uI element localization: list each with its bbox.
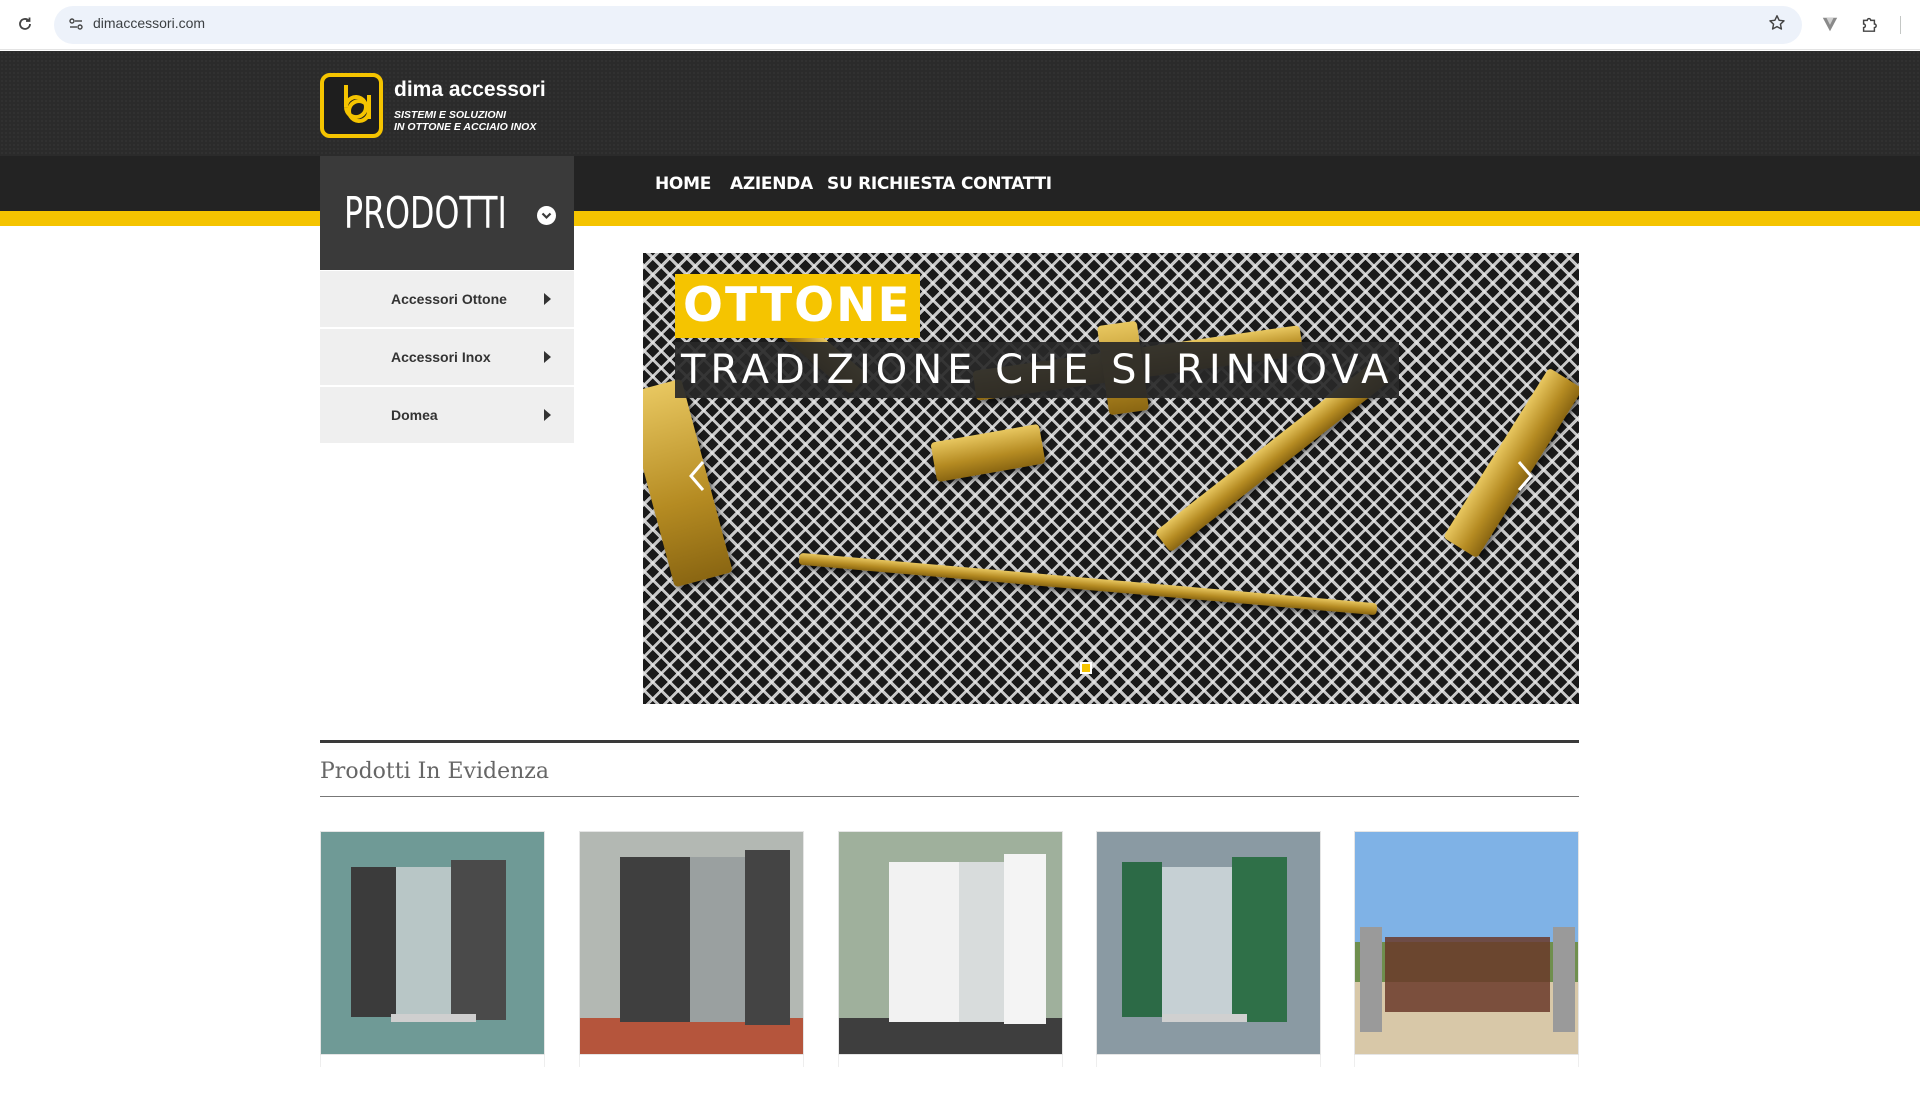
card-footer	[1354, 1055, 1579, 1067]
product-card[interactable]	[1354, 831, 1579, 1055]
product-card[interactable]	[1096, 831, 1321, 1055]
toolbar-divider	[1900, 16, 1901, 34]
site-info-icon[interactable]	[66, 14, 86, 34]
caret-right-icon	[544, 293, 551, 305]
logo-icon[interactable]	[320, 73, 383, 138]
bookmark-star-icon[interactable]	[1766, 12, 1788, 34]
card-footer	[579, 1055, 804, 1067]
section-divider	[320, 740, 1579, 743]
slider-pager-dot[interactable]	[1080, 662, 1092, 674]
slide-subheadline: TRADIZIONE CHE SI RINNOVA	[681, 347, 1394, 393]
reload-icon[interactable]	[14, 13, 36, 35]
sidebar-item-domea[interactable]: Domea	[320, 387, 574, 444]
chevron-left-icon[interactable]	[685, 456, 709, 496]
logo-tagline-line2: IN OTTONE E ACCIAIO INOX	[394, 121, 537, 133]
chevron-right-icon[interactable]	[1513, 456, 1537, 496]
product-card[interactable]	[320, 831, 545, 1055]
section-divider	[320, 796, 1579, 797]
vpn-extension-icon[interactable]	[1819, 13, 1841, 35]
products-menu-title[interactable]: PRODOTTI	[344, 188, 507, 239]
accent-band	[0, 211, 1920, 226]
sidebar-item-accessori-inox[interactable]: Accessori Inox	[320, 329, 574, 386]
product-card[interactable]	[579, 831, 804, 1055]
slide-headline-badge: OTTONE	[675, 274, 920, 338]
shutter-green-louvered-image	[1097, 832, 1320, 1054]
caret-right-icon	[544, 409, 551, 421]
shutter-dark-wood-image	[321, 832, 544, 1054]
extensions-puzzle-icon[interactable]	[1858, 13, 1880, 35]
slide-headline: OTTONE	[683, 278, 912, 333]
card-footer	[838, 1055, 1063, 1067]
brass-bolt-shape	[798, 552, 1378, 616]
main-navbar	[0, 156, 1920, 211]
nav-su-richiesta[interactable]: SU RICHIESTA	[827, 174, 955, 194]
sidebar-item-label: Accessori Ottone	[391, 291, 507, 307]
caret-right-icon	[544, 351, 551, 363]
card-footer	[320, 1055, 545, 1067]
product-card[interactable]	[838, 831, 1063, 1055]
wooden-gate-image	[1355, 832, 1578, 1054]
brass-right-hinge-shape	[1443, 367, 1579, 559]
sidebar-item-label: Accessori Inox	[391, 349, 491, 365]
site-header	[0, 51, 1920, 156]
nav-contatti[interactable]: CONTATTI	[961, 174, 1052, 194]
address-bar[interactable]	[54, 6, 1802, 44]
brass-strap-shape	[930, 423, 1046, 483]
url-text[interactable]: dimaccessori.com	[93, 15, 205, 31]
logo-brand-name[interactable]: dima accessori	[394, 78, 546, 102]
shutter-white-louvered-image	[839, 832, 1062, 1054]
logo-tagline-line1: SISTEMI E SOLUZIONI	[394, 109, 507, 121]
logo-tagline: SISTEMI E SOLUZIONI IN OTTONE E ACCIAIO …	[394, 109, 564, 133]
chevron-down-icon[interactable]	[537, 206, 556, 225]
featured-section-title: Prodotti In Evidenza	[320, 759, 549, 784]
browser-toolbar: dimaccessori.com	[0, 0, 1920, 50]
nav-home[interactable]: HOME	[655, 174, 711, 194]
card-footer	[1096, 1055, 1321, 1067]
slide-subheadline-badge: TRADIZIONE CHE SI RINNOVA	[675, 342, 1400, 398]
nav-azienda[interactable]: AZIENDA	[730, 174, 813, 194]
shutter-dark-double-image	[580, 832, 803, 1054]
sidebar-item-accessori-ottone[interactable]: Accessori Ottone	[320, 271, 574, 328]
sidebar-item-label: Domea	[391, 407, 438, 423]
